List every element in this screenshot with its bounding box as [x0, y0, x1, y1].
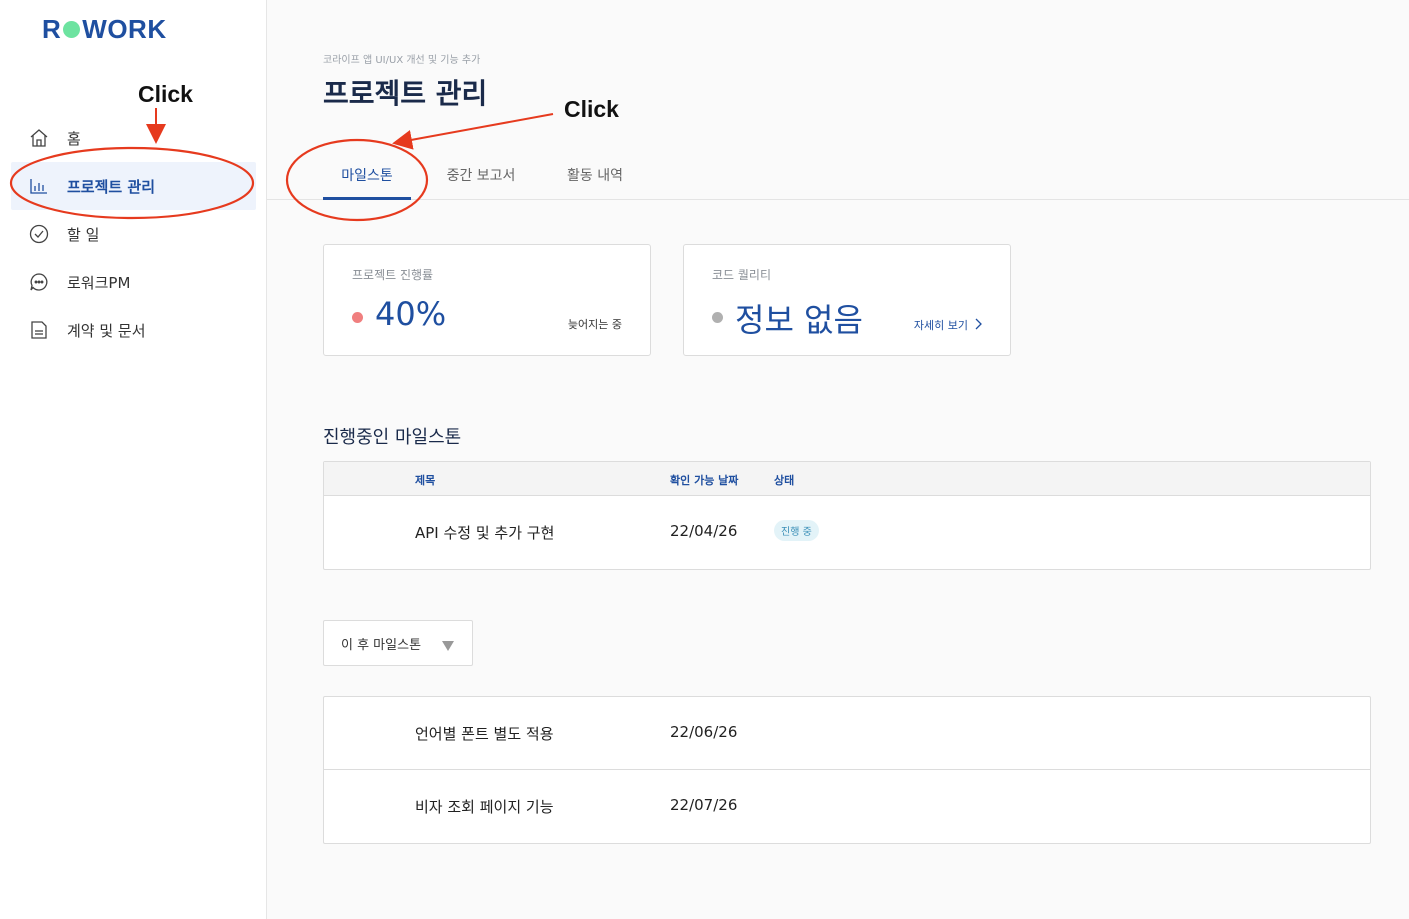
annotation-click-label-sidebar: Click — [138, 81, 193, 107]
annotation-overlay — [9, 108, 554, 222]
annotation-ellipse-tab — [285, 138, 429, 222]
annotation-ellipse-sidebar — [9, 146, 255, 220]
annotation-click-label-tab: Click — [564, 96, 619, 122]
annotation-arrow-tab — [392, 113, 554, 150]
